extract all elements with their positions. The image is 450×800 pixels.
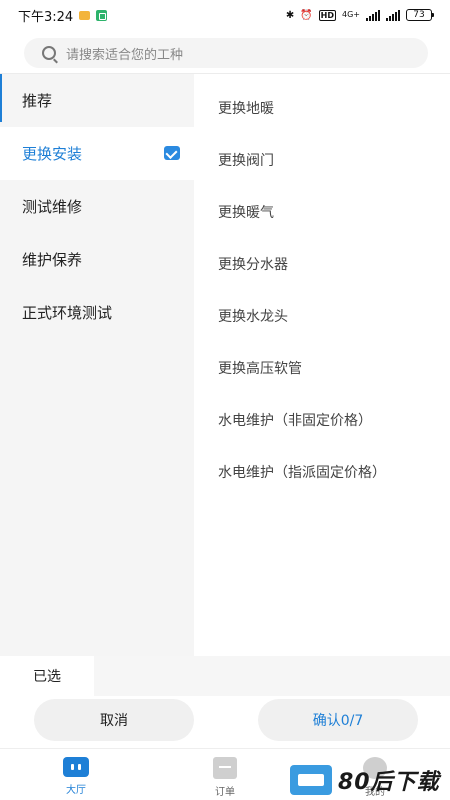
category-item-replace-install[interactable]: 更换安装 xyxy=(0,127,194,180)
status-bar: 下午3:24 ✱ ⏰ HD 4G+ 73 xyxy=(0,0,450,30)
active-indicator xyxy=(0,74,2,122)
category-label: 测试维修 xyxy=(22,198,83,216)
tab-hall[interactable]: 大厅 xyxy=(46,757,106,796)
bluetooth-icon: ✱ xyxy=(285,9,295,21)
sub-item[interactable]: 更换分水器 xyxy=(194,238,450,290)
hd-badge: HD xyxy=(318,9,336,21)
signal-icon xyxy=(366,9,380,21)
watermark-logo-icon xyxy=(290,765,332,795)
alarm-icon: ⏰ xyxy=(300,9,313,21)
sub-category-list: 更换地暖 更换阀门 更换暖气 更换分水器 更换水龙头 更换高压软管 水电维护（非… xyxy=(194,82,450,498)
sub-item[interactable]: 更换阀门 xyxy=(194,134,450,186)
watermark: 80后下载 xyxy=(290,764,440,796)
category-label: 正式环境测试 xyxy=(22,304,113,322)
search-placeholder: 请搜索适合您的工种 xyxy=(66,47,184,63)
category-item-recommend[interactable]: 推荐 xyxy=(0,74,194,127)
selected-label: 已选 xyxy=(0,656,94,696)
network-type: 4G+ xyxy=(342,10,360,19)
clipboard-icon xyxy=(213,757,237,779)
search-bar: 请搜索适合您的工种 xyxy=(0,30,450,74)
tab-label: 订单 xyxy=(215,787,235,798)
sub-item[interactable]: 更换水龙头 xyxy=(194,290,450,342)
cancel-button[interactable]: 取消 xyxy=(34,699,194,741)
category-item-test-repair[interactable]: 测试维修 xyxy=(0,180,194,233)
signal-icon-2 xyxy=(386,9,400,21)
status-right: ✱ ⏰ HD 4G+ 73 xyxy=(285,9,434,21)
watermark-text: 80后下载 xyxy=(338,770,440,795)
status-left: 下午3:24 xyxy=(18,6,108,25)
confirm-button[interactable]: 确认0/7 xyxy=(258,699,418,741)
sub-item[interactable]: 更换暖气 xyxy=(194,186,450,238)
tab-label: 大厅 xyxy=(66,785,86,796)
checkbox-checked-icon[interactable] xyxy=(164,146,180,160)
sub-item[interactable]: 更换高压软管 xyxy=(194,342,450,394)
sub-item[interactable]: 水电维护（指派固定价格） xyxy=(194,446,450,498)
sub-item[interactable]: 水电维护（非固定价格） xyxy=(194,394,450,446)
shield-icon xyxy=(96,9,108,21)
tab-orders[interactable]: 订单 xyxy=(195,757,255,798)
status-time: 下午3:24 xyxy=(18,9,74,25)
category-label: 维护保养 xyxy=(22,251,83,269)
category-label: 更换安装 xyxy=(22,145,83,163)
battery-icon: 73 xyxy=(406,9,434,21)
category-list: 推荐 更换安装 测试维修 维护保养 正式环境测试 xyxy=(0,74,194,656)
category-item-maintenance[interactable]: 维护保养 xyxy=(0,233,194,286)
search-input[interactable]: 请搜索适合您的工种 xyxy=(24,38,428,68)
message-icon xyxy=(79,10,91,20)
category-label: 推荐 xyxy=(22,92,53,110)
sub-item[interactable]: 更换地暖 xyxy=(194,82,450,134)
search-icon xyxy=(42,46,56,60)
home-icon xyxy=(63,757,89,777)
category-item-env-test[interactable]: 正式环境测试 xyxy=(0,286,194,339)
